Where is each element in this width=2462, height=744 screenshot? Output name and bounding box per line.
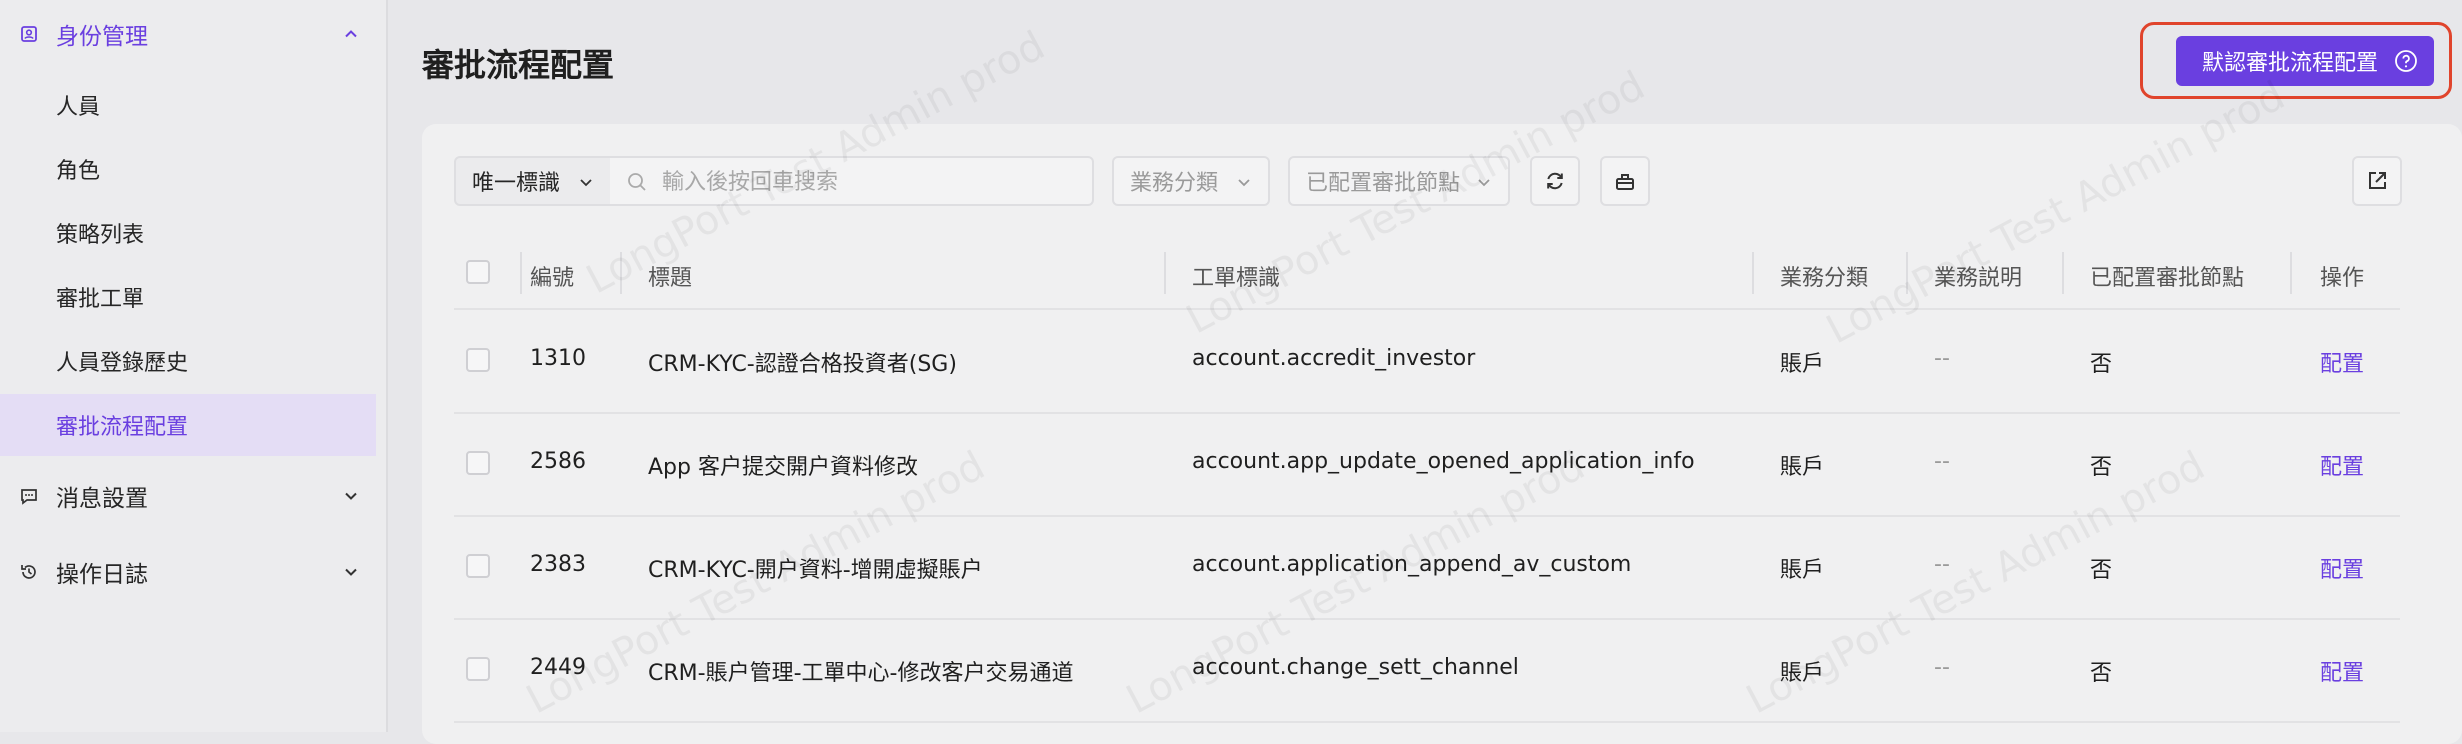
cell-id: 1310 [530, 346, 586, 371]
cell-category: 賬戶 [1780, 455, 1825, 480]
broom-icon [1616, 174, 1634, 190]
cell-category: 賬戶 [1780, 661, 1825, 686]
column-divider [2062, 252, 2064, 294]
default-approval-flow-button[interactable]: 默認審批流程配置 [2176, 36, 2434, 86]
sidebar-item-label: 審批工單 [56, 287, 145, 312]
nav-group-label: 操作日誌 [56, 562, 148, 588]
select-value: 唯一標識 [472, 171, 561, 196]
sidebar-item-policies[interactable]: 策略列表 [0, 202, 376, 264]
table-row: 2383 CRM-KYC-開户資料-增開虛擬賬户 account.applica… [454, 516, 2400, 620]
configure-link[interactable]: 配置 [2320, 552, 2364, 584]
sidebar-item-label: 審批流程配置 [56, 415, 189, 440]
chevron-up-icon [340, 23, 362, 45]
sidebar-item-roles[interactable]: 角色 [0, 138, 376, 200]
column-divider [1752, 252, 1754, 294]
cell-title: CRM-KYC-開户資料-增開虛擬賬户 [648, 558, 983, 583]
message-icon [18, 485, 40, 507]
button-label: 默認審批流程配置 [2202, 51, 2379, 76]
cell-id: 2449 [530, 655, 586, 680]
export-icon [2369, 172, 2386, 189]
table-row: 1310 CRM-KYC-認證合格投資者(SG) account.accredi… [454, 310, 2400, 414]
sidebar-item-label: 角色 [56, 159, 101, 184]
row-checkbox[interactable] [466, 348, 490, 372]
search-input[interactable] [660, 166, 1084, 198]
column-divider [1906, 252, 1908, 294]
column-divider [620, 252, 622, 294]
cell-description: -- [1934, 449, 1950, 474]
cell-category: 賬戶 [1780, 558, 1825, 583]
export-button[interactable] [2352, 156, 2402, 206]
chevron-down-icon [580, 179, 592, 187]
nav-group-messages[interactable]: 消息設置 [0, 468, 386, 524]
row-checkbox[interactable] [466, 657, 490, 681]
page-title: 審批流程配置 [422, 46, 615, 84]
configured-node-select[interactable]: 已配置審批節點 [1288, 156, 1510, 206]
nav-group-label: 身份管理 [56, 24, 148, 50]
cell-title: CRM-KYC-認證合格投資者(SG) [648, 352, 957, 377]
cell-id: 2383 [530, 552, 586, 577]
column-header-ticket-key[interactable]: 工單標識 [1192, 260, 1280, 292]
row-checkbox[interactable] [466, 554, 490, 578]
nav-group-identity[interactable]: 身份管理 [0, 6, 386, 62]
chevron-down-icon [1238, 179, 1250, 187]
refresh-icon [1547, 172, 1563, 190]
select-placeholder: 已配置審批節點 [1306, 171, 1461, 196]
sidebar-item-login-history[interactable]: 人員登錄歷史 [0, 330, 376, 392]
cell-ticket-key: account.app_update_opened_application_in… [1192, 449, 1695, 474]
search-icon [628, 173, 646, 191]
configure-link[interactable]: 配置 [2320, 655, 2364, 687]
configure-link[interactable]: 配置 [2320, 449, 2364, 481]
nav-group-label: 消息設置 [56, 486, 148, 512]
sidebar-item-label: 策略列表 [56, 223, 145, 248]
column-header-configured-nodes[interactable]: 已配置審批節點 [2090, 260, 2244, 292]
table-header: 編號 標題 工單標識 業務分類 業務説明 已配置審批節點 操作 [454, 238, 2400, 310]
cell-configured: 否 [2090, 455, 2113, 480]
cell-title: App 客户提交開户資料修改 [648, 455, 918, 480]
column-header-actions: 操作 [2320, 266, 2365, 291]
sidebar-item-approval-tickets[interactable]: 審批工單 [0, 266, 376, 328]
column-header-id[interactable]: 編號 [530, 260, 574, 292]
select-all-checkbox[interactable] [466, 260, 490, 284]
chevron-down-icon [1478, 179, 1490, 187]
help-icon[interactable] [2394, 49, 2418, 73]
select-placeholder: 業務分類 [1130, 171, 1219, 196]
cell-description: -- [1934, 552, 1950, 577]
chevron-down-icon [340, 561, 362, 583]
table-row: 2586 App 客户提交開户資料修改 account.app_update_o… [454, 413, 2400, 517]
row-checkbox[interactable] [466, 451, 490, 475]
column-divider [1164, 252, 1166, 294]
cell-configured: 否 [2090, 661, 2113, 686]
table-row: 2449 CRM-賬户管理-工單中心-修改客户交易通道 account.chan… [454, 619, 2400, 723]
search-box[interactable] [610, 156, 1094, 206]
cell-description: -- [1934, 346, 1950, 371]
id-card-icon [18, 23, 40, 45]
cell-configured: 否 [2090, 558, 2113, 583]
nav-group-operation-logs[interactable]: 操作日誌 [0, 544, 386, 600]
cell-description: -- [1934, 655, 1950, 680]
column-header-category[interactable]: 業務分類 [1780, 260, 1868, 292]
cell-id: 2586 [530, 449, 586, 474]
refresh-button[interactable] [1530, 156, 1580, 206]
column-header-title[interactable]: 標題 [648, 260, 692, 292]
history-icon [18, 561, 40, 583]
cell-ticket-key: account.application_append_av_custom [1192, 552, 1632, 577]
cell-ticket-key: account.change_sett_channel [1192, 655, 1519, 680]
column-divider [2290, 252, 2292, 294]
sidebar-item-label: 人員 [56, 95, 101, 120]
sidebar-item-approval-flow-config[interactable]: 審批流程配置 [0, 394, 376, 456]
cell-category: 賬戶 [1780, 352, 1825, 377]
chevron-down-icon [340, 485, 362, 507]
key-field-select[interactable]: 唯一標識 [454, 156, 612, 206]
clear-filters-button[interactable] [1600, 156, 1650, 206]
column-header-description[interactable]: 業務説明 [1934, 260, 2022, 292]
sidebar-item-staff[interactable]: 人員 [0, 74, 376, 136]
column-divider [520, 252, 522, 294]
category-select[interactable]: 業務分類 [1112, 156, 1270, 206]
sidebar-item-label: 人員登錄歷史 [56, 351, 189, 376]
configure-link[interactable]: 配置 [2320, 346, 2364, 378]
cell-ticket-key: account.accredit_investor [1192, 346, 1476, 371]
cell-title: CRM-賬户管理-工單中心-修改客户交易通道 [648, 661, 1074, 686]
sidebar: 身份管理 人員 角色 策略列表 審批工單 人員登錄歷史 審批流程配置 消息設置 … [0, 0, 388, 732]
cell-configured: 否 [2090, 352, 2113, 377]
